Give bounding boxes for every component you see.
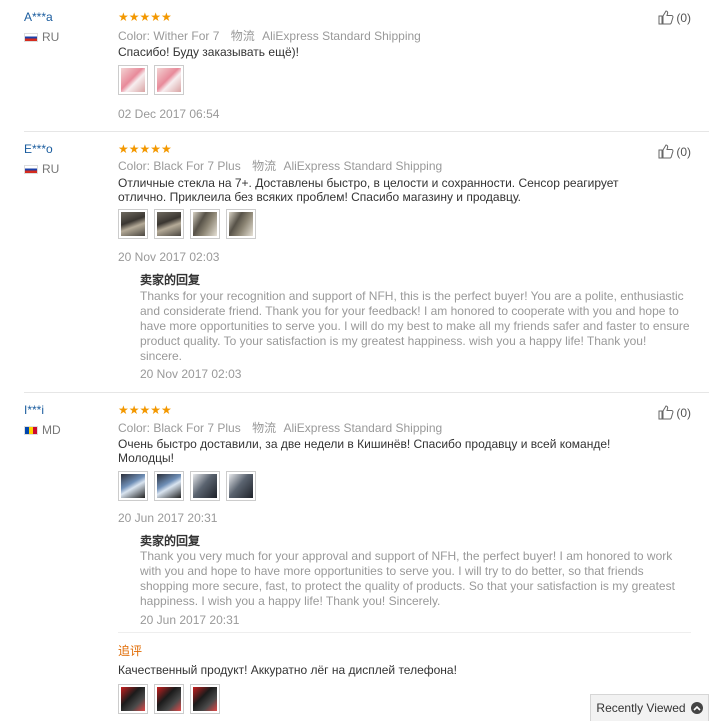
color-value: Black For 7 Plus — [153, 421, 241, 435]
helpful-count: (0) — [676, 10, 691, 25]
review-item: I***i MD ★★★★★ Color: Black For 7 Plus 物… — [0, 393, 709, 721]
review-photo[interactable] — [190, 471, 220, 501]
review-photo[interactable] — [118, 65, 148, 95]
seller-reply-date: 20 Nov 2017 02:03 — [140, 367, 242, 381]
recently-viewed-label: Recently Viewed — [596, 701, 686, 715]
review-photo[interactable] — [154, 65, 184, 95]
photo-list — [118, 65, 184, 95]
helpful-button[interactable]: (0) — [658, 405, 691, 420]
color-value: Black For 7 Plus — [153, 159, 241, 173]
review-date: 20 Nov 2017 02:03 — [118, 250, 220, 264]
chevron-up-icon — [690, 702, 703, 714]
helpful-button[interactable]: (0) — [658, 10, 691, 25]
shipping-value: AliExpress Standard Shipping — [283, 421, 443, 435]
seller-reply-title: 卖家的回复 — [140, 534, 201, 548]
star-rating: ★★★★★ — [118, 403, 172, 417]
review-photo[interactable] — [190, 209, 220, 239]
flag-ru-icon — [24, 32, 38, 42]
thumbs-up-icon — [658, 144, 674, 159]
color-value: Wither For 7 — [153, 29, 220, 43]
photo-list — [118, 684, 220, 714]
review-photo[interactable] — [118, 209, 148, 239]
review-date: 20 Jun 2017 20:31 — [118, 511, 218, 525]
reviewer-country: RU — [24, 162, 59, 176]
review-photo[interactable] — [154, 209, 184, 239]
helpful-count: (0) — [676, 405, 691, 420]
review-item: A***a RU ★★★★★ Color: Wither For 7 物流 Al… — [0, 0, 709, 132]
shipping-label: 物流 — [252, 159, 277, 173]
color-label: Color: — [118, 29, 151, 43]
review-date: 02 Dec 2017 06:54 — [118, 107, 220, 121]
thumbs-up-icon — [658, 10, 674, 25]
review-photo[interactable] — [154, 471, 184, 501]
order-info: Color: Black For 7 Plus 物流 AliExpress St… — [118, 419, 442, 436]
review-photo[interactable] — [226, 471, 256, 501]
country-code: MD — [42, 423, 61, 437]
review-photo[interactable] — [226, 209, 256, 239]
star-rating: ★★★★★ — [118, 10, 172, 24]
flag-ru-icon — [24, 164, 38, 174]
additional-feedback-text: Качественный продукт! Аккуратно лёг на д… — [118, 663, 457, 677]
reviewer-name[interactable]: A***a — [24, 10, 53, 24]
recently-viewed-tab[interactable]: Recently Viewed — [590, 694, 709, 721]
feedback-text: Очень быстро доставили, за две недели в … — [118, 437, 611, 465]
order-info: Color: Black For 7 Plus 物流 AliExpress St… — [118, 157, 442, 174]
reviewer-name[interactable]: I***i — [24, 403, 44, 417]
review-photo[interactable] — [118, 684, 148, 714]
country-code: RU — [42, 162, 60, 176]
seller-reply-text: Thank you very much for your approval an… — [140, 549, 675, 608]
reviewer-country: MD — [24, 423, 61, 437]
feedback-text: Спасибо! Буду заказывать ещё)! — [118, 45, 299, 59]
thumbs-up-icon — [658, 405, 674, 420]
seller-reply-text: Thanks for your recognition and support … — [140, 289, 690, 363]
photo-list — [118, 471, 256, 501]
seller-reply-title: 卖家的回复 — [140, 273, 201, 287]
shipping-value: AliExpress Standard Shipping — [283, 159, 443, 173]
flag-md-icon — [24, 425, 38, 435]
color-label: Color: — [118, 159, 151, 173]
order-info: Color: Wither For 7 物流 AliExpress Standa… — [118, 27, 421, 44]
star-rating: ★★★★★ — [118, 142, 172, 156]
color-label: Color: — [118, 421, 151, 435]
review-photo[interactable] — [118, 471, 148, 501]
country-code: RU — [42, 30, 60, 44]
review-item: E***o RU ★★★★★ Color: Black For 7 Plus 物… — [0, 132, 709, 393]
additional-review-title: 追评 — [118, 644, 143, 658]
helpful-button[interactable]: (0) — [658, 144, 691, 159]
shipping-value: AliExpress Standard Shipping — [262, 29, 421, 43]
feedback-text: Отличные стекла на 7+. Доставлены быстро… — [118, 176, 619, 204]
review-photo[interactable] — [190, 684, 220, 714]
shipping-label: 物流 — [252, 421, 277, 435]
review-photo[interactable] — [154, 684, 184, 714]
reviewer-country: RU — [24, 30, 59, 44]
divider — [118, 632, 691, 633]
helpful-count: (0) — [676, 144, 691, 159]
photo-list — [118, 209, 256, 239]
reviewer-name[interactable]: E***o — [24, 142, 53, 156]
shipping-label: 物流 — [230, 29, 255, 43]
seller-reply-date: 20 Jun 2017 20:31 — [140, 613, 240, 627]
